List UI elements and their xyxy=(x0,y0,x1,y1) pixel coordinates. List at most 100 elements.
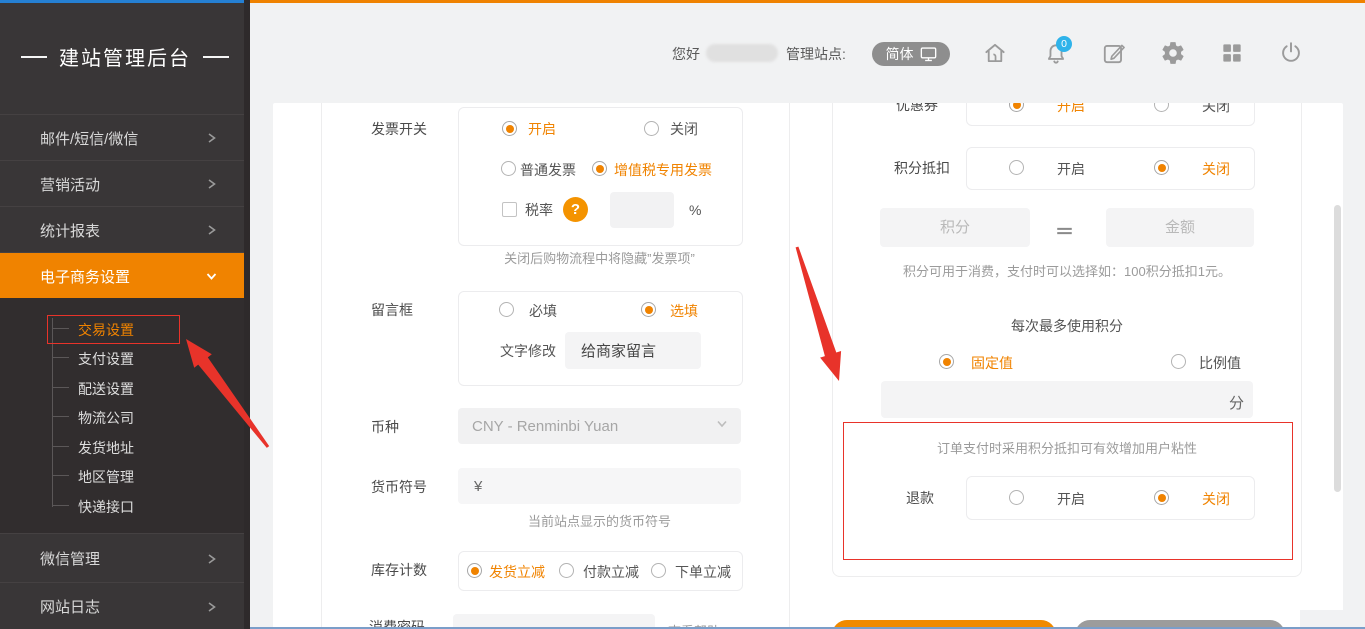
compose-edit-icon[interactable] xyxy=(1101,40,1127,66)
ecommerce-submenu: 交易设置 支付设置 配送设置 物流公司 发货地址 地区管理 快递接口 xyxy=(0,298,250,533)
max-points-input[interactable] xyxy=(881,381,1253,418)
sidebar-item-wechat-management[interactable]: 微信管理 xyxy=(0,533,250,583)
invoice-off-label[interactable]: 关闭 xyxy=(670,121,698,137)
equals-sign: ＝ xyxy=(1055,217,1074,244)
settings-gear-icon[interactable] xyxy=(1160,40,1186,66)
submenu-tree-line xyxy=(52,318,53,507)
currency-symbol-input[interactable] xyxy=(458,468,741,504)
apps-grid-icon[interactable] xyxy=(1219,40,1245,66)
sidebar-item-site-logs[interactable]: 网站日志 xyxy=(0,582,250,629)
refund-on-label[interactable]: 开启 xyxy=(1057,491,1085,507)
home-icon[interactable] xyxy=(982,40,1008,66)
currency-symbol-label: 货币符号 xyxy=(371,479,427,495)
coupon-off-radio[interactable] xyxy=(1154,103,1169,112)
message-options-box: 必填 选填 文字修改 xyxy=(458,291,743,386)
tax-rate-label: 税率 xyxy=(525,202,553,218)
submenu-item-express-interface[interactable]: 快递接口 xyxy=(78,497,134,517)
sidebar-item-ecommerce-settings[interactable]: 电子商务设置 xyxy=(0,252,250,299)
stock-pay-label[interactable]: 付款立减 xyxy=(583,564,639,580)
sidebar-title: 建站管理后台 xyxy=(0,42,250,71)
username-redacted xyxy=(706,44,778,62)
coupon-off-label[interactable]: 关闭 xyxy=(1202,103,1230,114)
chevron-down-icon xyxy=(205,270,218,283)
message-optional-radio[interactable] xyxy=(641,302,656,317)
tax-rate-checkbox[interactable] xyxy=(502,202,517,217)
stock-order-radio[interactable] xyxy=(651,563,666,578)
refund-annotation-hint: 订单支付时采用积分抵扣可有效增加用户粘性 xyxy=(833,441,1301,456)
message-box-label: 留言框 xyxy=(371,302,413,318)
app-title: 建站管理后台 xyxy=(59,42,191,71)
greeting-text: 您好 xyxy=(672,46,700,62)
main-top-accent-line xyxy=(250,0,1365,3)
sidebar-item-marketing[interactable]: 营销活动 xyxy=(0,160,250,207)
points-off-radio[interactable] xyxy=(1154,160,1169,175)
notification-badge: 0 xyxy=(1056,36,1072,52)
sidebar-item-statistics[interactable]: 统计报表 xyxy=(0,206,250,253)
max-points-title: 每次最多使用积分 xyxy=(833,319,1301,334)
sidebar-scrollbar-track[interactable] xyxy=(244,0,250,629)
submenu-item-trade-settings[interactable]: 交易设置 xyxy=(78,320,134,340)
points-off-label[interactable]: 关闭 xyxy=(1202,161,1230,177)
tax-rate-input[interactable] xyxy=(610,192,674,228)
coupon-options-box: 开启 关闭 xyxy=(966,103,1255,126)
refund-off-radio[interactable] xyxy=(1154,490,1169,505)
stock-options-box: 发货立减 付款立减 下单立减 xyxy=(458,551,743,591)
invoice-on-label[interactable]: 开启 xyxy=(528,121,556,137)
trade-settings-panel-right: 优惠券 开启 关闭 积分抵扣 开启 关闭 ＝ 积分可用于消费，支付时可以选择如：… xyxy=(832,103,1302,577)
points-value-input[interactable] xyxy=(880,208,1030,247)
chevron-right-icon xyxy=(205,552,218,565)
trade-settings-panel-left: 发票开关 开启 关闭 普通发票 增值税专用发票 税率 ? % 关闭后购物流程中将… xyxy=(321,103,790,629)
invoice-vat-label[interactable]: 增值税专用发票 xyxy=(614,162,712,178)
message-required-radio[interactable] xyxy=(499,302,514,317)
language-site-button[interactable]: 简体 xyxy=(872,42,950,66)
submenu-item-delivery-settings[interactable]: 配送设置 xyxy=(78,379,134,399)
invoice-normal-label[interactable]: 普通发票 xyxy=(520,162,576,178)
points-on-label[interactable]: 开启 xyxy=(1057,161,1085,177)
power-logout-icon[interactable] xyxy=(1278,40,1304,66)
content-scrollbar-thumb[interactable] xyxy=(1334,205,1341,492)
help-question-icon[interactable]: ? xyxy=(563,197,588,222)
fixed-value-radio[interactable] xyxy=(939,354,954,369)
points-options-box: 开启 关闭 xyxy=(966,147,1255,190)
refund-label: 退款 xyxy=(906,490,934,506)
invoice-on-radio[interactable] xyxy=(502,121,517,136)
message-text-input[interactable] xyxy=(565,332,701,369)
stock-ship-radio[interactable] xyxy=(467,563,482,578)
stock-pay-radio[interactable] xyxy=(559,563,574,578)
submenu-item-shipping-address[interactable]: 发货地址 xyxy=(78,438,134,458)
points-deduction-label: 积分抵扣 xyxy=(894,160,950,176)
points-hint: 积分可用于消费，支付时可以选择如：100积分抵扣1元。 xyxy=(833,264,1301,279)
invoice-switch-label: 发票开关 xyxy=(371,121,427,137)
stock-ship-label[interactable]: 发货立减 xyxy=(489,564,545,580)
invoice-off-radio[interactable] xyxy=(644,121,659,136)
fixed-value-label[interactable]: 固定值 xyxy=(971,355,1013,371)
submenu-item-region-management[interactable]: 地区管理 xyxy=(78,467,134,487)
submenu-item-logistics-company[interactable]: 物流公司 xyxy=(78,408,134,428)
coupon-on-radio[interactable] xyxy=(1009,103,1024,112)
refund-off-label[interactable]: 关闭 xyxy=(1202,491,1230,507)
coupon-label: 优惠券 xyxy=(896,103,938,113)
currency-label: 币种 xyxy=(371,419,399,435)
amount-value-input[interactable] xyxy=(1106,208,1254,247)
submenu-item-payment-settings[interactable]: 支付设置 xyxy=(78,349,134,369)
language-label: 简体 xyxy=(886,44,914,64)
invoice-vat-radio[interactable] xyxy=(592,161,607,176)
sidebar-top-accent-line xyxy=(0,0,250,3)
ratio-value-radio[interactable] xyxy=(1171,354,1186,369)
points-on-radio[interactable] xyxy=(1009,160,1024,175)
currency-select[interactable]: CNY - Renminbi Yuan xyxy=(458,408,741,444)
percent-sign: % xyxy=(689,202,701,218)
title-dash-left xyxy=(21,56,47,58)
sidebar: 建站管理后台 邮件/短信/微信 营销活动 统计报表 电子商务设置 xyxy=(0,0,250,629)
ratio-value-label[interactable]: 比例值 xyxy=(1199,355,1241,371)
chevron-right-icon xyxy=(205,600,218,613)
refund-on-radio[interactable] xyxy=(1009,490,1024,505)
stock-count-label: 库存计数 xyxy=(371,562,427,578)
admin-page: 建站管理后台 邮件/短信/微信 营销活动 统计报表 电子商务设置 xyxy=(0,0,1365,629)
invoice-normal-radio[interactable] xyxy=(501,161,516,176)
coupon-on-label[interactable]: 开启 xyxy=(1057,103,1085,114)
message-required-label[interactable]: 必填 xyxy=(529,303,557,319)
message-optional-label[interactable]: 选填 xyxy=(670,303,698,319)
stock-order-label[interactable]: 下单立减 xyxy=(675,564,731,580)
sidebar-item-mail-sms-wechat[interactable]: 邮件/短信/微信 xyxy=(0,114,250,161)
